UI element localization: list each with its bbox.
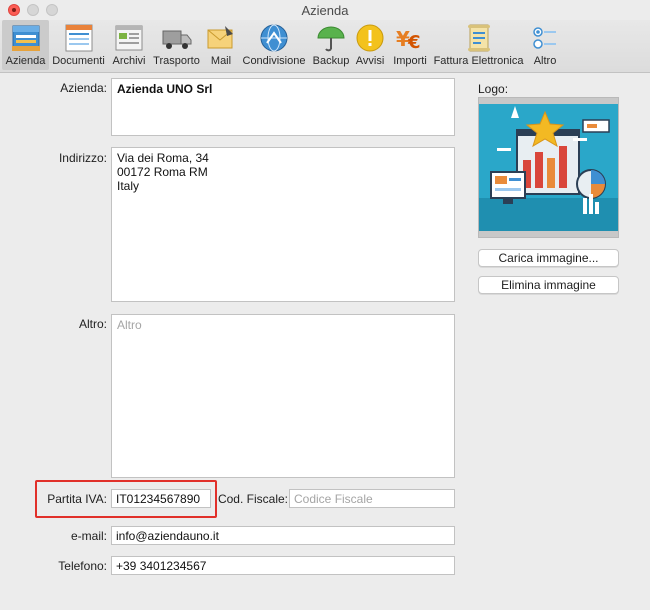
toolbar-label: Archivi bbox=[112, 55, 146, 67]
mail-icon bbox=[207, 26, 233, 49]
document-icon bbox=[65, 24, 92, 52]
indirizzo-line: Via dei Roma, 34 bbox=[117, 151, 209, 165]
telefono-field[interactable]: +39 3401234567 bbox=[111, 556, 455, 575]
toolbar-label: Trasporto bbox=[153, 55, 200, 67]
toolbar-label: Condivisione bbox=[242, 55, 306, 67]
toolbar-condivisione[interactable]: Condivisione bbox=[240, 20, 308, 70]
svg-text:€: € bbox=[407, 32, 421, 53]
toolbar-label: Importi bbox=[393, 55, 427, 67]
indirizzo-field[interactable]: Via dei Roma, 34 00172 Roma RM Italy bbox=[111, 147, 455, 302]
indirizzo-label: Indirizzo: bbox=[58, 151, 107, 165]
logo-image bbox=[479, 104, 618, 231]
email-field[interactable]: info@aziendauno.it bbox=[111, 526, 455, 545]
upload-image-button[interactable]: Carica immagine... bbox=[478, 249, 619, 267]
telefono-label: Telefono: bbox=[58, 559, 107, 573]
toolbar-fattura-elettronica[interactable]: Fattura Elettronica bbox=[432, 20, 525, 70]
logo-well[interactable] bbox=[478, 97, 619, 238]
window-title: Azienda bbox=[301, 3, 349, 18]
toolbar-documenti[interactable]: Documenti bbox=[49, 20, 108, 70]
toolbar-label: Fattura Elettronica bbox=[433, 55, 524, 67]
toolbar-mail[interactable]: Mail bbox=[205, 20, 237, 70]
archive-icon bbox=[115, 25, 143, 51]
altro-field[interactable]: Altro bbox=[111, 314, 455, 478]
azienda-field[interactable]: Azienda UNO Srl bbox=[111, 78, 455, 136]
delete-image-button[interactable]: Elimina immagine bbox=[478, 276, 619, 294]
toolbar-backup[interactable]: Backup bbox=[311, 20, 351, 70]
currency-icon: ¥ € bbox=[396, 27, 421, 53]
toolbar-label: Documenti bbox=[52, 55, 105, 67]
toolbar-label: Avvisi bbox=[355, 55, 385, 67]
indirizzo-line: 00172 Roma RM bbox=[117, 165, 208, 179]
warning-icon bbox=[356, 24, 384, 52]
network-globe-icon bbox=[260, 24, 288, 52]
toolbar-label: Backup bbox=[312, 55, 350, 67]
toolbar-label: Altro bbox=[533, 55, 557, 67]
company-tray-icon bbox=[11, 25, 40, 51]
toolbar-azienda[interactable]: Azienda bbox=[2, 20, 49, 70]
altro-label: Altro: bbox=[78, 317, 107, 331]
cod-fiscale-placeholder: Codice Fiscale bbox=[294, 492, 373, 506]
partita-iva-label: Partita IVA: bbox=[47, 492, 107, 506]
toolbar: Azienda Documenti Archivi Trasporto Mail… bbox=[0, 20, 650, 73]
toolbar-label: Mail bbox=[210, 55, 232, 67]
scroll-icon bbox=[467, 24, 490, 52]
indirizzo-line: Italy bbox=[117, 179, 140, 193]
toolbar-trasporto[interactable]: Trasporto bbox=[150, 20, 203, 70]
toolbar-avvisi[interactable]: Avvisi bbox=[353, 20, 387, 70]
cod-fiscale-label: Cod. Fiscale: bbox=[217, 492, 288, 506]
truck-icon bbox=[162, 30, 191, 49]
toolbar-label: Azienda bbox=[5, 55, 46, 67]
logo-label: Logo: bbox=[478, 82, 509, 96]
email-label: e-mail: bbox=[70, 529, 107, 543]
toolbar-altro[interactable]: Altro bbox=[527, 20, 563, 70]
umbrella-icon bbox=[317, 26, 345, 52]
main-window: Azienda Azienda Documenti Archivi Traspo… bbox=[0, 0, 650, 610]
partita-iva-field[interactable]: IT01234567890 bbox=[111, 489, 211, 508]
cod-fiscale-field[interactable]: Codice Fiscale bbox=[289, 489, 455, 508]
azienda-label: Azienda: bbox=[60, 81, 107, 95]
toolbar-archivi[interactable]: Archivi bbox=[110, 20, 148, 70]
title-bar: Azienda bbox=[0, 0, 650, 20]
toolbar-importi[interactable]: ¥ € Importi bbox=[390, 20, 430, 70]
radio-options-icon bbox=[533, 27, 556, 49]
altro-placeholder: Altro bbox=[117, 318, 142, 332]
